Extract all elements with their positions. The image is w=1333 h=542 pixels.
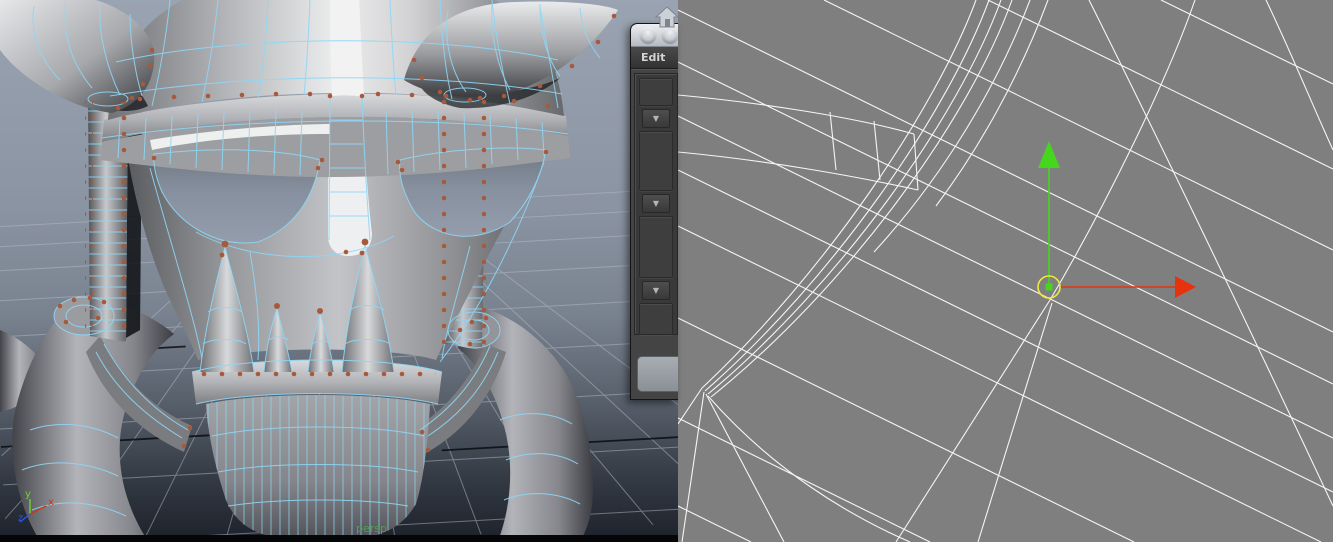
maya-workspace: persp y x z Edit ▼ ▼ ▼ xyxy=(0,0,1333,542)
axis-z-label: z xyxy=(18,513,23,524)
toolbar-field[interactable] xyxy=(639,216,673,278)
axis-x-label: x xyxy=(48,497,54,508)
toolbar-field[interactable] xyxy=(639,131,673,191)
perspective-viewport[interactable]: persp y x z xyxy=(0,0,678,542)
chevron-down-icon: ▼ xyxy=(652,114,660,123)
toolbar-field[interactable] xyxy=(639,303,673,335)
uv-editor-viewport[interactable] xyxy=(678,0,1333,542)
chevron-down-icon: ▼ xyxy=(652,199,660,208)
perspective-canvas[interactable]: persp y x z xyxy=(0,0,678,542)
panel-toolbar: ▼ ▼ ▼ xyxy=(631,69,678,399)
axis-y-label: y xyxy=(25,489,31,500)
manipulator-center-handle[interactable] xyxy=(1045,283,1053,291)
uv-canvas[interactable] xyxy=(678,0,1333,542)
toolbar-field[interactable] xyxy=(639,78,673,106)
helmet-ridge xyxy=(330,0,364,97)
viewport-bottom-border xyxy=(0,535,678,542)
chevron-down-icon: ▼ xyxy=(652,286,660,295)
toolbar-footer-button[interactable] xyxy=(637,356,678,392)
toolbar-column: ▼ ▼ ▼ xyxy=(634,73,678,335)
uv-editor-panel: Edit ▼ ▼ ▼ xyxy=(630,23,678,400)
home-icon-door xyxy=(665,19,670,27)
uv-background xyxy=(678,0,1333,542)
panel-menubar: Edit xyxy=(631,47,678,69)
menu-edit[interactable]: Edit xyxy=(641,51,665,64)
dropdown-button[interactable]: ▼ xyxy=(642,281,670,300)
dropdown-button[interactable]: ▼ xyxy=(642,194,670,213)
home-icon[interactable] xyxy=(654,4,680,30)
chin-wire-verticals xyxy=(206,395,430,541)
dropdown-button[interactable]: ▼ xyxy=(642,109,670,128)
camera-label: persp xyxy=(356,522,387,535)
